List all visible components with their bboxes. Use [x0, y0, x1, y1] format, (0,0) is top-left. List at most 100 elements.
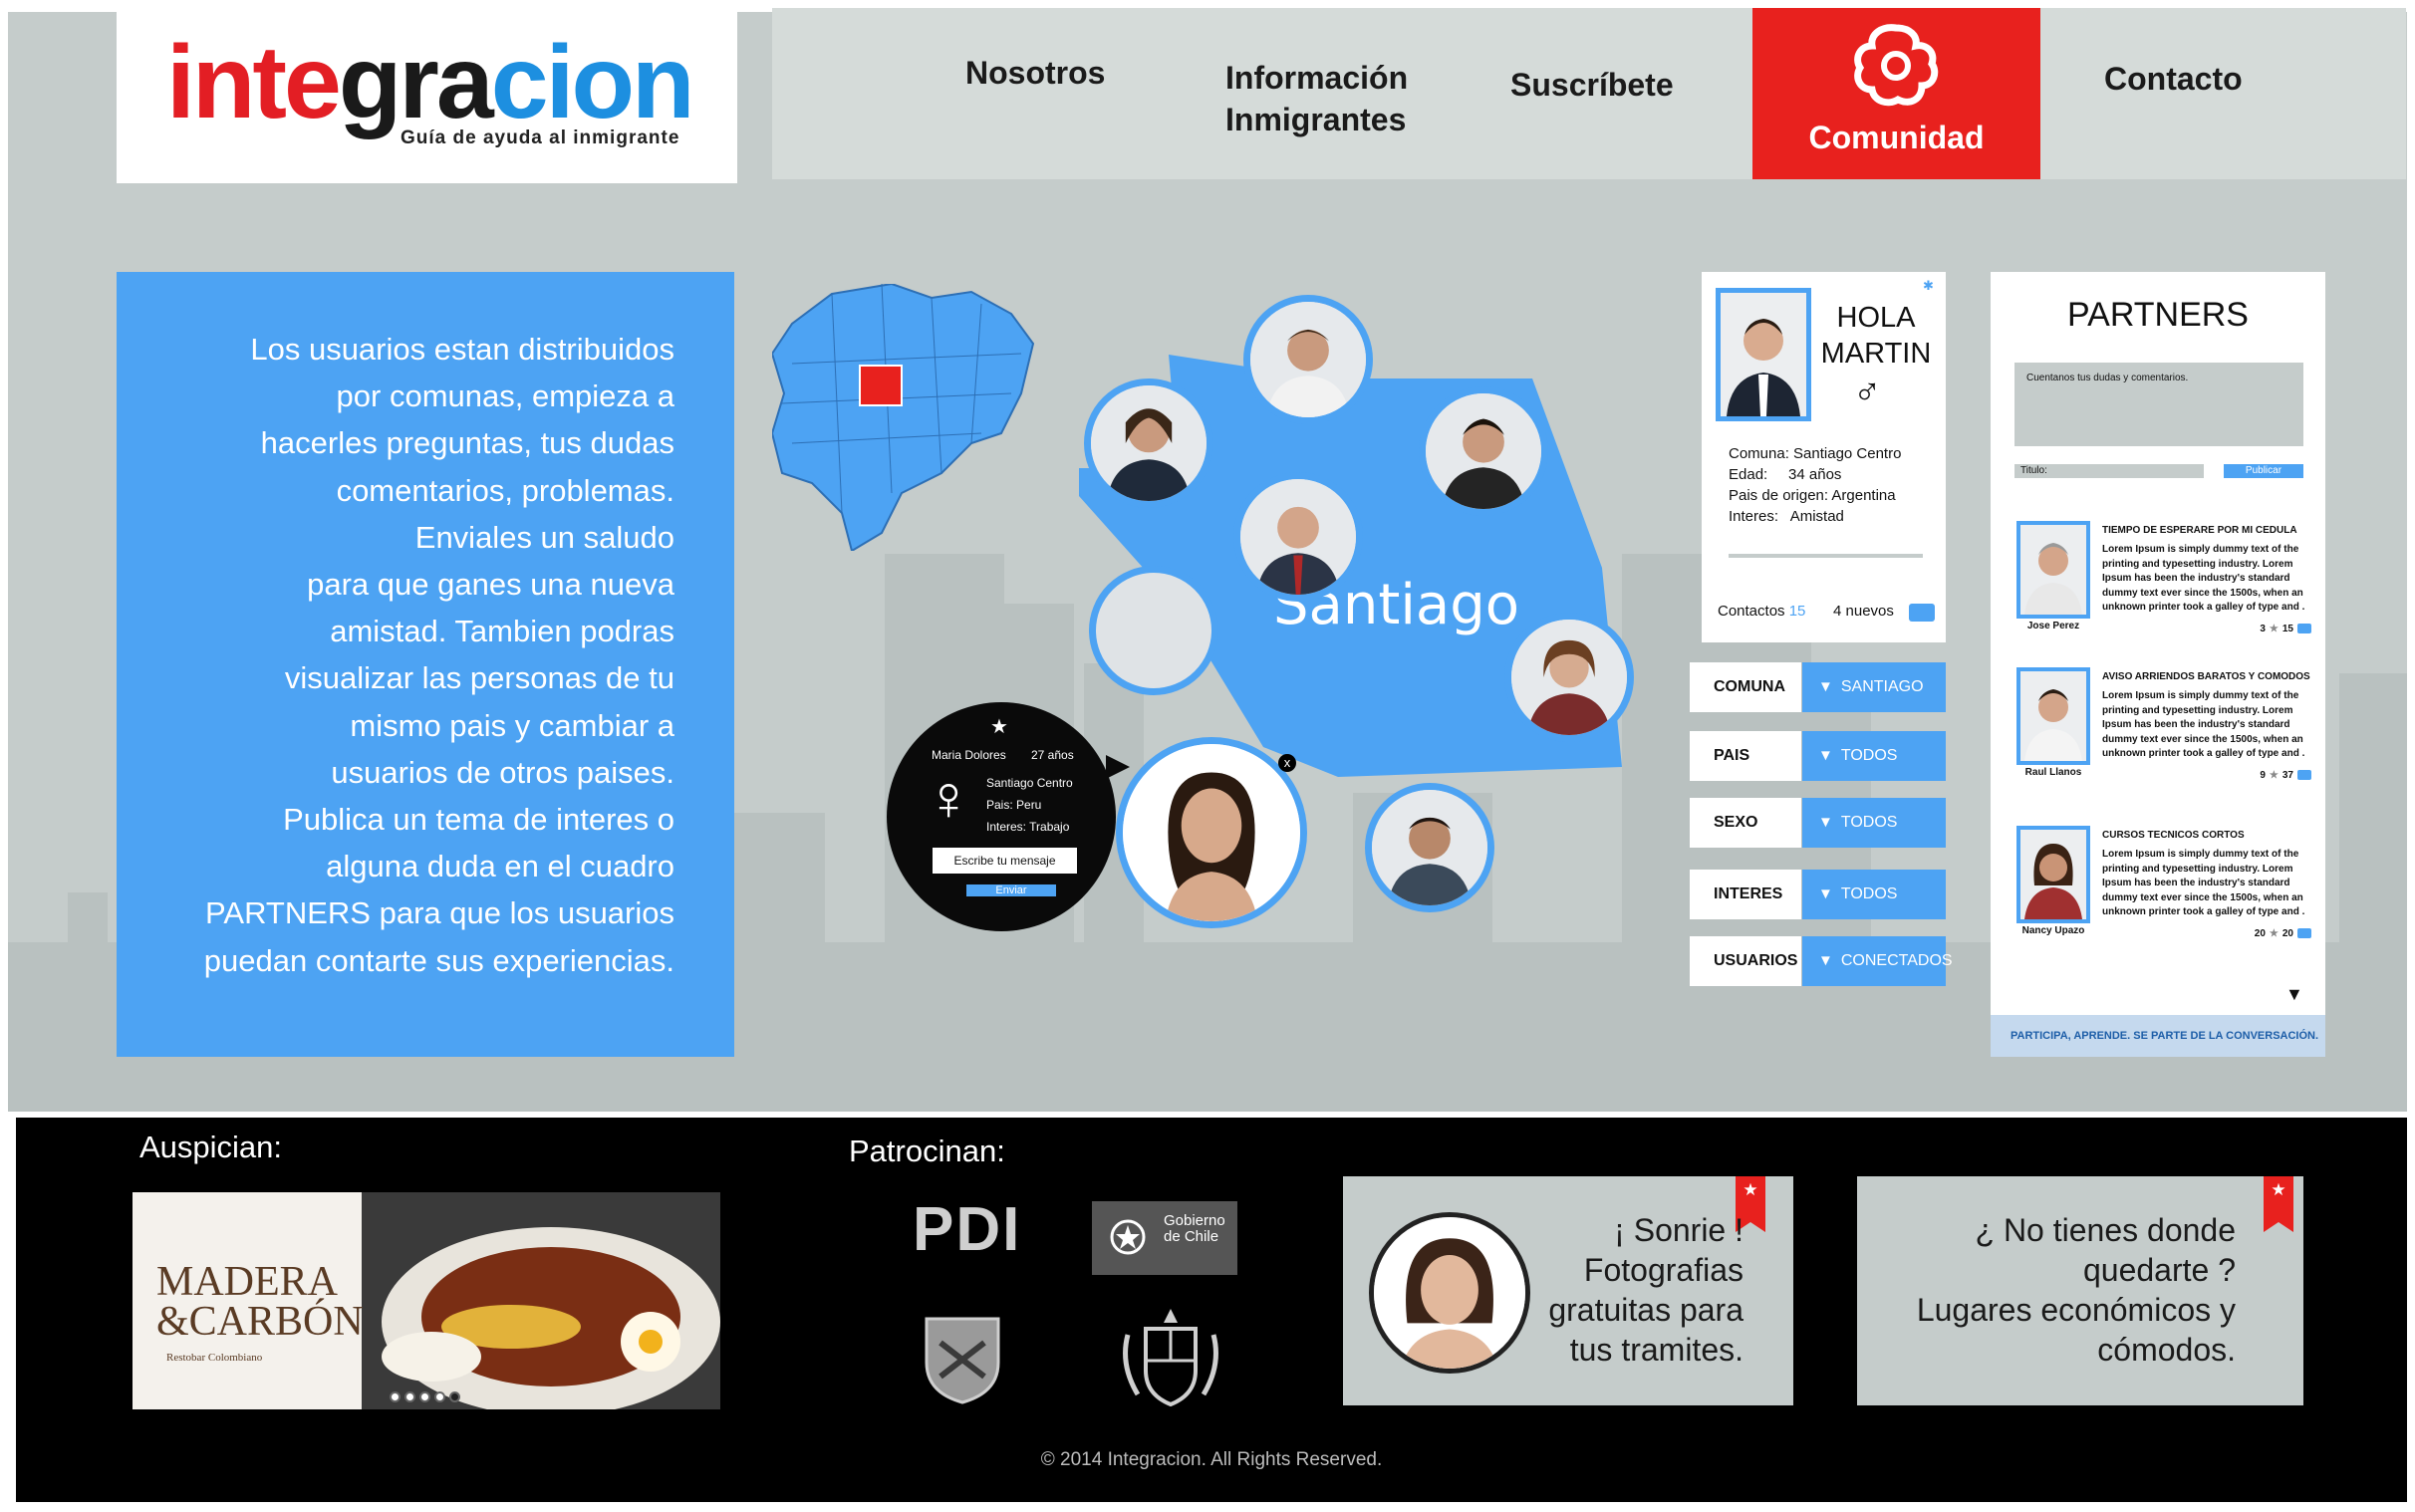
- sponsor-gobierno-logo[interactable]: Gobierno de Chile: [1092, 1201, 1237, 1275]
- slider-dot[interactable]: [404, 1391, 415, 1402]
- patrocinan-heading: Patrocinan:: [849, 1134, 1005, 1168]
- close-icon[interactable]: x: [1278, 754, 1296, 772]
- intro-line: amistad. Tambien podras: [330, 614, 674, 649]
- comunas-map[interactable]: [772, 284, 1036, 551]
- post-stats: 3 ★ 15: [2260, 624, 2311, 634]
- profile-details: Comuna: Santiago Centro Edad: 34 años Pa…: [1729, 443, 1901, 527]
- gear-icon[interactable]: ✱: [1923, 278, 1934, 294]
- person-photo: [1123, 744, 1300, 921]
- post-author-name[interactable]: Raul Llanos: [2016, 767, 2090, 778]
- person-photo: [1721, 293, 1806, 416]
- post-author-name[interactable]: Jose Perez: [2016, 621, 2090, 631]
- partners-title-input[interactable]: Titulo:: [2014, 464, 2204, 478]
- post-body: Lorem Ipsum is simply dummy text of the …: [2102, 690, 2305, 759]
- intro-line: Publica un tema de interes o: [283, 802, 674, 838]
- carabineros-badge-icon[interactable]: [919, 1313, 1006, 1404]
- user-avatar[interactable]: [1243, 295, 1373, 424]
- dropdown-arrow-icon: ▼: [1818, 678, 1833, 695]
- logo-wordmark: integracion: [166, 24, 695, 142]
- post-title[interactable]: TIEMPO DE ESPERARE POR MI CEDULA: [2102, 525, 2297, 536]
- person-photo: [1091, 385, 1207, 501]
- popup-user-country: Pais: Peru: [986, 798, 1042, 812]
- partner-post[interactable]: Raul Llanos AVISO ARRIENDOS BARATOS Y CO…: [2016, 667, 2311, 797]
- user-avatar[interactable]: [1504, 613, 1634, 742]
- logo[interactable]: integracion Guía de ayuda al inmigrante: [117, 12, 737, 183]
- slider-dot[interactable]: [434, 1391, 445, 1402]
- star-icon[interactable]: ★: [990, 714, 1008, 739]
- promo-fotografias-card[interactable]: ★ ¡ Sonrie ! Fotografias gratuitas para …: [1343, 1176, 1793, 1405]
- dropdown-arrow-icon: ▼: [1818, 952, 1833, 969]
- profile-card: ✱ HOLA MARTIN ♂ Comuna: Santiago Centro …: [1702, 272, 1946, 642]
- filter-label: COMUNA: [1690, 662, 1801, 712]
- sponsor-pdi-logo[interactable]: PDI: [913, 1194, 1021, 1265]
- popup-user-age: 27 años: [1031, 748, 1074, 762]
- filter-dropdown-pais[interactable]: ▼ TODOS: [1802, 731, 1946, 781]
- intro-line: hacerles preguntas, tus dudas: [260, 425, 674, 461]
- promo-hospedaje-text: ¿ No tienes donde quedarte ? Lugares eco…: [1916, 1212, 2236, 1368]
- user-avatar[interactable]: [1365, 783, 1494, 912]
- message-input[interactable]: Escribe tu mensaje: [933, 848, 1077, 874]
- sponsor-ad-slider[interactable]: MADERA &CARBÓN Restobar Colombiano: [133, 1192, 720, 1409]
- new-messages-link[interactable]: 4 nuevos: [1833, 603, 1894, 620]
- post-author-photo[interactable]: [2016, 521, 2090, 619]
- user-avatar[interactable]: [1233, 472, 1363, 602]
- comment-icon[interactable]: [2297, 770, 2311, 781]
- slider-dot[interactable]: [390, 1391, 401, 1402]
- post-star-count: 20: [2254, 928, 2266, 939]
- comment-icon[interactable]: [2297, 624, 2311, 634]
- user-avatar[interactable]: [1419, 386, 1548, 516]
- post-author-name[interactable]: Nancy Upazo: [2016, 925, 2090, 936]
- post-title[interactable]: CURSOS TECNICOS CORTOS: [2102, 830, 2245, 841]
- filter-sexo: SEXO ▼ TODOS: [1690, 798, 1946, 848]
- dropdown-arrow-icon: ▼: [1818, 885, 1833, 902]
- nav-item-nosotros[interactable]: Nosotros: [965, 52, 1105, 94]
- peru-coat-of-arms-icon[interactable]: [1116, 1305, 1225, 1414]
- star-icon[interactable]: ★: [2270, 624, 2279, 634]
- contacts-link[interactable]: Contactos 15: [1718, 603, 1805, 620]
- promo-hospedaje-card[interactable]: ★ ¿ No tienes donde quedarte ? Lugares e…: [1857, 1176, 2303, 1405]
- scroll-down-arrow-icon[interactable]: ▼: [2285, 984, 2303, 1005]
- nav-item-suscribete[interactable]: Suscríbete: [1510, 64, 1674, 106]
- empty-avatar-slot[interactable]: [1089, 566, 1218, 695]
- person-photo: [2020, 830, 2086, 919]
- slider-dot-active[interactable]: [449, 1391, 460, 1402]
- footer: Auspician: Patrocinan: MADERA &CARBÓN Res…: [16, 1118, 2407, 1502]
- nav-item-contacto[interactable]: Contacto: [2104, 58, 2243, 100]
- dropdown-arrow-icon: ▼: [1818, 814, 1833, 831]
- bookmark-icon[interactable]: ★: [2264, 1176, 2293, 1232]
- post-title[interactable]: AVISO ARRIENDOS BARATOS Y COMODOS: [2102, 671, 2310, 682]
- publish-button[interactable]: Publicar: [2224, 464, 2303, 478]
- filter-dropdown-usuarios[interactable]: ▼ CONECTADOS: [1802, 936, 1953, 986]
- selected-comuna[interactable]: [859, 365, 903, 406]
- intro-line: PARTNERS para que los usuarios: [205, 895, 674, 931]
- filter-label: INTERES: [1690, 870, 1801, 919]
- male-icon: ♂: [1853, 372, 1882, 413]
- filter-dropdown-interes[interactable]: ▼ TODOS: [1802, 870, 1946, 919]
- ad-brand-logo: MADERA &CARBÓN: [156, 1261, 364, 1343]
- partner-post[interactable]: Jose Perez TIEMPO DE ESPERARE POR MI CED…: [2016, 521, 2311, 650]
- post-body: Lorem Ipsum is simply dummy text of the …: [2102, 849, 2305, 917]
- post-stats: 20 ★ 20: [2255, 928, 2311, 939]
- partners-comment-input[interactable]: Cuentanos tus dudas y comentarios.: [2014, 363, 2303, 446]
- filter-dropdown-sexo[interactable]: ▼ TODOS: [1802, 798, 1946, 848]
- star-icon[interactable]: ★: [2270, 770, 2279, 781]
- post-author-photo[interactable]: [2016, 667, 2090, 765]
- user-avatar[interactable]: [1084, 378, 1213, 508]
- slider-dot[interactable]: [419, 1391, 430, 1402]
- send-button[interactable]: Enviar: [966, 884, 1056, 896]
- star-icon[interactable]: ★: [2270, 928, 2279, 939]
- post-author-photo[interactable]: [2016, 826, 2090, 923]
- slider-dots[interactable]: [390, 1389, 464, 1407]
- post-stats: 9 ★ 37: [2260, 770, 2311, 781]
- star-icon: ★: [1743, 1180, 1758, 1199]
- nav-item-informacion-inmigrantes[interactable]: Información Inmigrantes: [1225, 57, 1408, 140]
- nav-item-comunidad[interactable]: Comunidad: [1752, 8, 2040, 179]
- intro-line: visualizar las personas de tu: [284, 660, 674, 696]
- filter-dropdown-comuna[interactable]: ▼ SANTIAGO: [1802, 662, 1946, 712]
- partner-post[interactable]: Nancy Upazo CURSOS TECNICOS CORTOS Lorem…: [2016, 826, 2311, 955]
- profile-photo[interactable]: [1716, 288, 1811, 421]
- chat-bubble-icon[interactable]: [1909, 604, 1935, 622]
- person-photo: [1372, 790, 1487, 905]
- ad-brand-subtitle: Restobar Colombiano: [166, 1352, 263, 1364]
- comment-icon[interactable]: [2297, 928, 2311, 939]
